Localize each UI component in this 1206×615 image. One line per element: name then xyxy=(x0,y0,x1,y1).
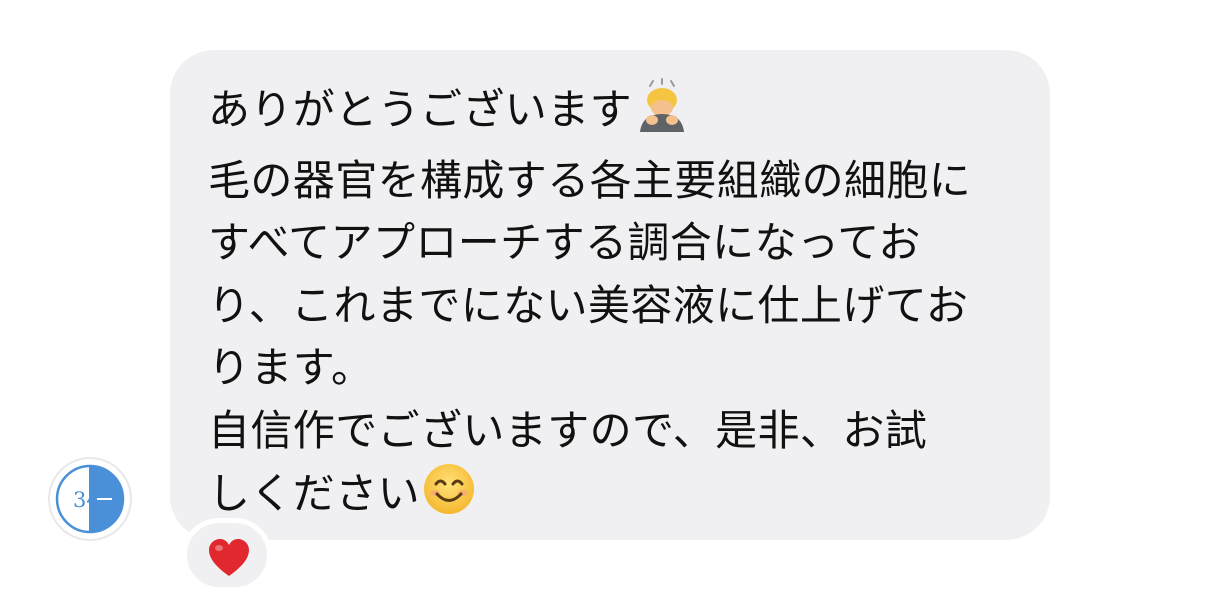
smiling-face-icon xyxy=(422,462,476,534)
person-bowing-icon xyxy=(634,78,690,150)
message-line: ります。 xyxy=(208,343,374,392)
message-line: り、これまでにない美容液に仕上げてお xyxy=(208,280,969,330)
message-bubble[interactable]: ありがとうございます 毛の器官を構成する各主要組織の細胞に すべてアプローチする… xyxy=(170,50,1050,540)
sender-avatar[interactable]: 34 xyxy=(48,457,132,541)
message-line: すべてアプローチする調合になってお xyxy=(208,218,921,267)
avatar-logo-icon: 34 xyxy=(55,464,125,534)
message-line: しください xyxy=(208,462,1020,534)
heart-reaction[interactable] xyxy=(182,518,272,592)
red-heart-icon xyxy=(209,539,249,576)
message-line: 自信作でございますので、是非、お試 xyxy=(208,405,928,455)
message-line: ありがとうございます xyxy=(208,78,1020,150)
message-line: 毛の器官を構成する各主要組織の細胞に xyxy=(208,155,972,205)
avatar-text: 34 xyxy=(73,488,100,512)
